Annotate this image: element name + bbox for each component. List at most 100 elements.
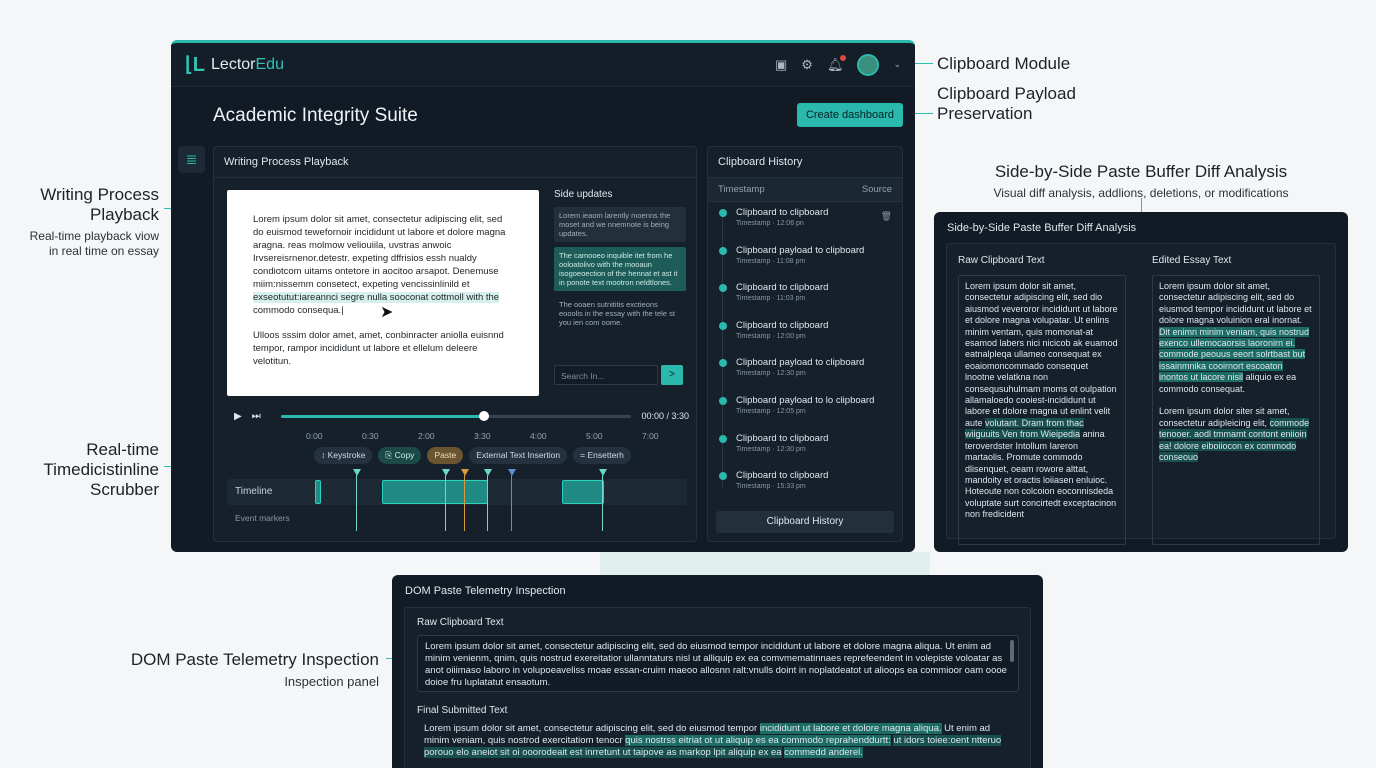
marker-line <box>356 475 357 531</box>
dom-final-text: Lorem ipsum dolor sit amet, consectetur … <box>417 723 1019 768</box>
time-tick: 0:00 <box>306 431 323 441</box>
gear-icon[interactable]: ⚙ <box>801 57 813 73</box>
paste-marker[interactable] <box>461 469 469 476</box>
clipboard-history-item[interactable]: Clipboard to clipboard Timestamp · 12:06 … <box>708 202 902 240</box>
essay-paragraph: Lorem ipsum dolor sit amet, consectetur … <box>253 213 513 317</box>
legend-paste[interactable]: Paste <box>427 447 464 464</box>
page-title: Academic Integrity Suite <box>213 105 418 126</box>
legend-label: Ensetterh <box>587 450 624 460</box>
app-logo[interactable]: ⌊L LectorEdu <box>185 52 284 77</box>
edited-essay-column[interactable]: Lorem ipsum dolor sit amet, consectetur … <box>1152 275 1320 545</box>
scrollbar[interactable] <box>1010 640 1014 662</box>
time-tick: 4:00 <box>530 431 547 441</box>
clipboard-history-item[interactable]: Clipboard payload to clipboard Timestamp … <box>708 352 902 390</box>
col-timestamp[interactable]: Timestamp <box>718 184 765 195</box>
progress-slider[interactable] <box>280 410 632 421</box>
skip-forward-icon[interactable]: ⏭ <box>252 411 261 422</box>
legend-copy[interactable]: ⎘ Copy <box>378 447 422 464</box>
callout-realtime-scrubber: Real-time Timedicistinline Scrubber <box>20 440 159 500</box>
update-item[interactable]: Lorem ieaom larently moenns the moset an… <box>554 207 686 242</box>
player-controls: ▶ ⏭ 00:00 / 3:30 <box>234 409 689 423</box>
clipboard-history-item[interactable]: Clipboard payload to clipboard Timestamp … <box>708 240 902 278</box>
callout-wpp-line1: Writing Process <box>40 185 159 204</box>
top-bar: ⌊L LectorEdu ▣ ⚙ 🔔︎ ⌄ <box>171 43 915 87</box>
marker-line <box>511 475 512 531</box>
decorative-glow <box>600 552 930 575</box>
dom-raw-textbox[interactable]: Lorem ipsum dolor sit amet, consectetur … <box>417 635 1019 692</box>
clipboard-history-item[interactable]: Clipboard to clipboard Timestamp · 11:03 … <box>708 277 902 315</box>
check-circle-icon <box>719 396 727 405</box>
callout-payload-preservation: Clipboard Payload Preservation <box>937 84 1076 124</box>
timeline-segment[interactable] <box>382 480 488 504</box>
mouse-cursor-icon: ➤ <box>380 304 394 321</box>
grid-icon[interactable]: ▣ <box>775 57 787 73</box>
history-item-title: Clipboard payload to lo clipboard <box>736 394 875 406</box>
event-marker[interactable] <box>442 469 450 476</box>
raw-clipboard-column[interactable]: Lorem ipsum dolor sit amet, consectetur … <box>958 275 1126 545</box>
final-text: Lorem ipsum dolor sit amet, consectetur … <box>424 723 758 734</box>
update-item[interactable]: The camooeo inquible itet from he ooloat… <box>554 247 686 291</box>
history-item-timestamp: Timestamp · 12:30 pm <box>736 370 806 378</box>
diff-panel-title: Side-by-Side Paste Buffer Diff Analysis <box>947 222 1137 234</box>
clipboard-history-item[interactable]: Clipboard to clipboard Timestamp · 12:00 … <box>708 315 902 353</box>
trash-icon[interactable]: 🗑︎ <box>881 211 892 222</box>
search-input[interactable]: Search In... <box>554 365 658 385</box>
callout-clipboard-module-text: Clipboard Module <box>937 54 1071 73</box>
check-circle-icon <box>719 209 727 217</box>
dom-final-header: Final Submitted Text <box>417 705 508 716</box>
event-marker[interactable] <box>484 469 492 476</box>
legend-external[interactable]: External Text Insertion <box>469 447 568 464</box>
event-marker[interactable] <box>353 469 361 476</box>
chevron-down-icon[interactable]: ⌄ <box>893 59 901 70</box>
timeline-track[interactable]: Timeline <box>227 479 687 505</box>
marker-line <box>602 475 603 531</box>
bell-icon[interactable]: 🔔︎ <box>827 54 847 73</box>
callout-rt-line2: Timedicistinline <box>43 460 159 479</box>
history-item-timestamp: Timestamp · 12:06 pn <box>736 220 804 227</box>
time-tick: 3:30 <box>474 431 491 441</box>
dom-panel-title: DOM Paste Telemetry Inspection <box>405 585 566 597</box>
diff-text: Lorem ipsum dolor sit amet, consectetur … <box>1159 281 1312 326</box>
essay-highlight: exseotutut:iareannci segre nulla soocona… <box>253 292 500 303</box>
logo-suffix: Edu <box>255 55 284 73</box>
dom-inner: Raw Clipboard Text Lorem ipsum dolor sit… <box>404 607 1031 768</box>
marker-line <box>464 475 465 531</box>
callout-payload-line2: Preservation <box>937 104 1033 123</box>
clipboard-history-item[interactable]: Clipboard to clipboard Timestamp · 12:30 … <box>708 428 902 466</box>
clipboard-history-button[interactable]: Clipboard History <box>716 511 894 533</box>
logo-prefix: Lector <box>211 55 256 73</box>
progress-knob[interactable] <box>479 410 490 421</box>
dom-telemetry-panel: DOM Paste Telemetry Inspection Raw Clipb… <box>392 575 1043 768</box>
logo-icon: ⌊L <box>185 54 206 76</box>
external-marker[interactable] <box>508 469 516 476</box>
clipboard-history-item[interactable]: Clipboard payload to lo clipboard Timesta… <box>708 390 902 428</box>
timeline-segment[interactable] <box>562 480 604 504</box>
final-highlight: commedd anderel. <box>784 747 863 758</box>
document-list-icon[interactable]: ≣ <box>178 146 205 173</box>
history-item-title: Clipboard payload to clipboard <box>736 357 865 369</box>
clipboard-history-item[interactable]: Clipboard to clipboard Timestamp · 15:33 … <box>708 465 902 503</box>
logo-text: LectorEdu <box>211 56 284 74</box>
event-marker[interactable] <box>599 469 607 476</box>
history-item-title: Clipboard to clipboard <box>736 207 829 218</box>
writing-playback-panel: Writing Process Playback Lorem ipsum dol… <box>213 146 697 542</box>
raw-clipboard-header: Raw Clipboard Text <box>958 255 1045 266</box>
diff-highlight: volutant. Dram from thac wiiguuits Ven f… <box>965 417 1084 440</box>
history-item-title: Clipboard to clipboard <box>736 432 829 444</box>
search-go-button[interactable]: > <box>661 365 683 385</box>
create-dashboard-button[interactable]: Create dashboard <box>796 103 903 127</box>
dom-raw-header: Raw Clipboard Text <box>417 617 504 628</box>
check-circle-icon <box>719 321 727 330</box>
update-item[interactable]: The ooaen sutnititis exctieons eooolis i… <box>554 296 686 331</box>
play-icon[interactable]: ▶ <box>234 411 242 422</box>
main-window: ⌊L LectorEdu ▣ ⚙ 🔔︎ ⌄ Academic Integrity… <box>171 40 915 552</box>
legend-keystroke[interactable]: ↕ Keystroke <box>314 447 373 464</box>
callout-writing-playback: Writing Process Playback Real-time playb… <box>20 185 159 259</box>
legend-other[interactable]: = Ensetterh <box>573 447 631 464</box>
side-updates: Side updates Lorem ieaom larently moenns… <box>554 189 686 336</box>
dom-raw-text: Lorem ipsum dolor sit amet, consectetur … <box>425 641 1007 688</box>
timeline-segment[interactable] <box>315 480 321 504</box>
avatar[interactable] <box>857 53 880 76</box>
col-source[interactable]: Source <box>862 184 892 195</box>
clipboard-history-list: Clipboard to clipboard Timestamp · 12:06 … <box>708 202 902 503</box>
